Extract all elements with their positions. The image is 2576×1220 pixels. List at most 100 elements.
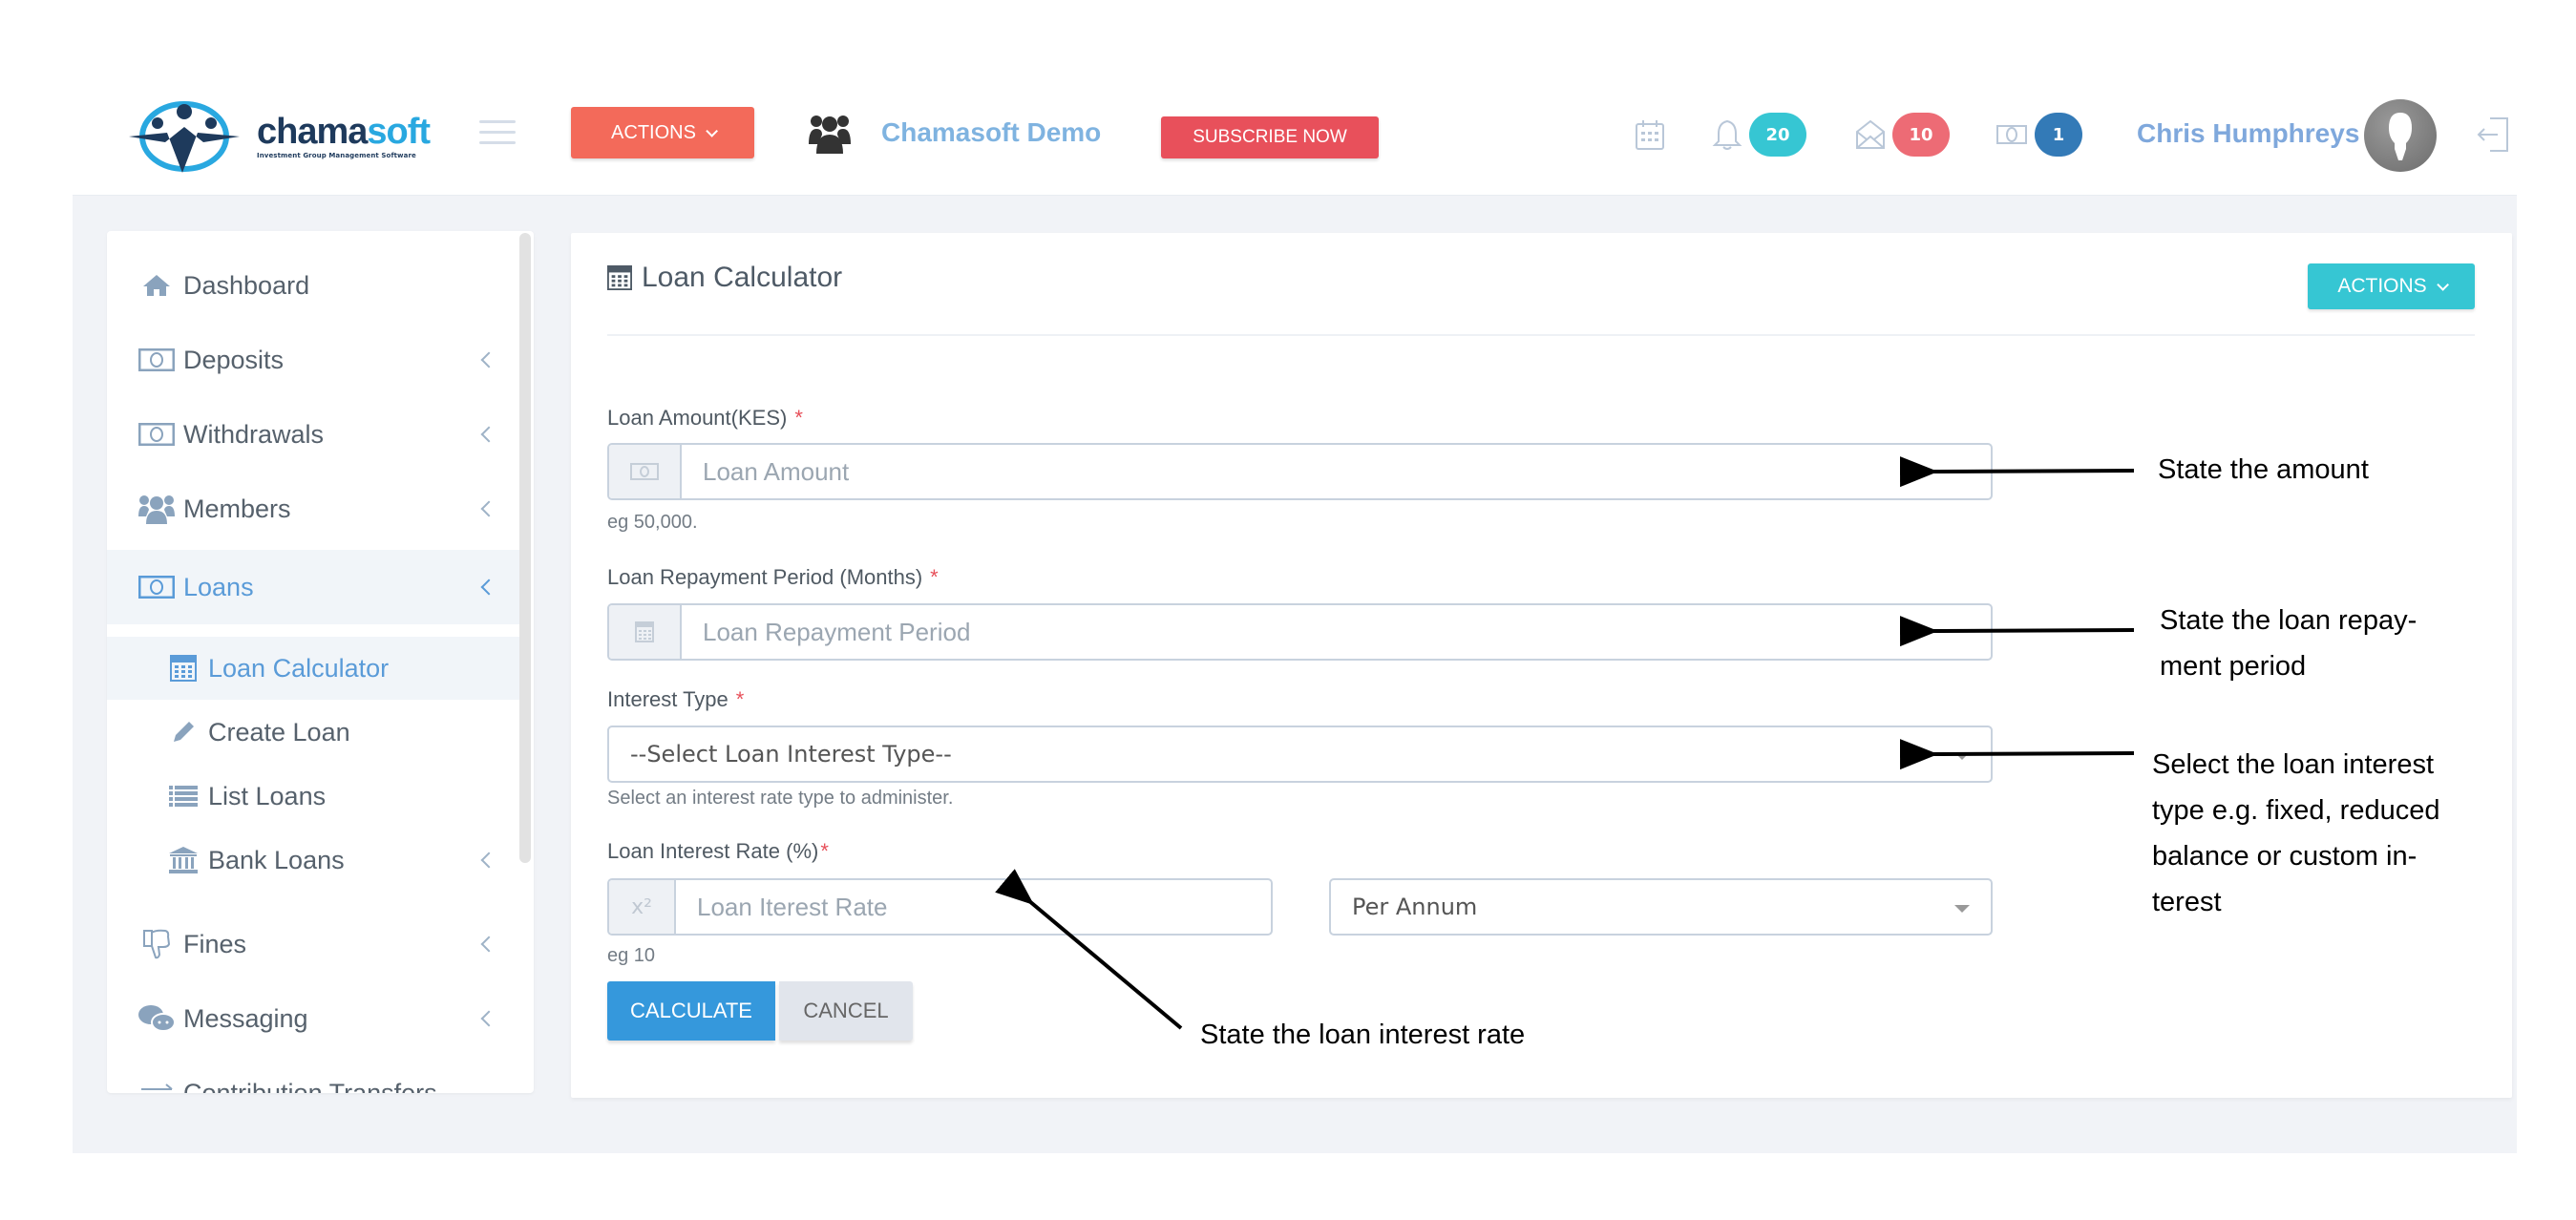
sidebar-item-label: Contribution Transfers <box>183 1078 437 1094</box>
chevron-left-icon <box>480 426 497 443</box>
thumbs-down-icon <box>137 929 176 959</box>
sidebar-item-label: Dashboard <box>183 270 310 300</box>
calculator-icon <box>607 265 632 290</box>
page-title: Loan Calculator <box>607 262 842 294</box>
notifications-badge[interactable]: 20 <box>1749 113 1806 157</box>
chevron-left-icon <box>480 578 497 596</box>
logo[interactable]: chamasoft Investment Group Management So… <box>129 97 431 176</box>
rate-period-selected: Per Annum <box>1352 894 1478 920</box>
sidebar-subitem-label: List Loans <box>208 781 327 810</box>
hamburger-line <box>479 131 516 134</box>
loan-amount-input-group <box>607 443 1993 500</box>
annotation-line: State the loan repay- <box>2160 605 2418 636</box>
sidebar-item-dashboard[interactable]: Dashboard <box>107 248 519 323</box>
interest-type-selected: --Select Loan Interest Type-- <box>630 741 952 768</box>
panel-actions-label: ACTIONS <box>2337 275 2427 297</box>
repayment-period-input-group <box>607 603 1993 661</box>
messages-badge[interactable]: 10 <box>1892 113 1950 157</box>
logo-text: chamasoft Investment Group Management So… <box>257 112 431 159</box>
loan-amount-label: Loan Amount(KES) * <box>607 406 803 431</box>
money-icon <box>137 421 176 448</box>
sidebar-subitem-label: Bank Loans <box>208 845 345 874</box>
interest-rate-label: Loan Interest Rate (%)* <box>607 839 829 864</box>
sidebar-item-withdrawals[interactable]: Withdrawals <box>107 397 519 472</box>
annotation-line: Select the loan interest <box>2152 749 2435 780</box>
loan-amount-input[interactable] <box>682 445 1991 498</box>
sidebar-subitem-loan-calculator[interactable]: Loan Calculator <box>107 637 519 700</box>
money-icon <box>609 445 682 498</box>
logout-icon[interactable] <box>2477 116 2511 154</box>
header-actions-label: ACTIONS <box>611 121 696 143</box>
repayment-period-input[interactable] <box>682 605 1991 659</box>
group-icon <box>809 116 851 154</box>
chevron-left-icon <box>480 936 497 953</box>
annotation-amount: State the amount <box>2158 454 2369 485</box>
hamburger-line <box>479 120 516 123</box>
annotation-line: terest <box>2152 887 2222 917</box>
sidebar-item-label: Loans <box>183 572 254 601</box>
calculate-button[interactable]: CALCULATE <box>607 981 775 1041</box>
rate-period-select[interactable]: Per Annum <box>1329 878 1993 936</box>
logo-word-2: soft <box>367 112 431 152</box>
sidebar-subitem-label: Create Loan <box>208 717 350 747</box>
interest-rate-input-group: x² <box>607 878 1273 936</box>
exchange-icon <box>137 1080 176 1093</box>
interest-rate-help: eg 10 <box>607 945 656 966</box>
money-icon[interactable] <box>1995 118 2028 151</box>
annotation-line: ment period <box>2160 651 2307 682</box>
interest-type-label-text: Interest Type <box>607 687 728 711</box>
interest-rate-input[interactable] <box>676 880 1271 934</box>
interest-type-help: Select an interest rate type to administ… <box>607 788 954 809</box>
sidebar-item-deposits[interactable]: Deposits <box>107 323 519 397</box>
sidebar-item-label: Withdrawals <box>183 419 325 449</box>
avatar[interactable] <box>2364 99 2437 172</box>
page-title-text: Loan Calculator <box>642 262 843 293</box>
caret-down-icon <box>1954 905 1970 913</box>
panel-actions-button[interactable]: ACTIONS <box>2308 263 2475 309</box>
menu-toggle-button[interactable] <box>479 120 516 145</box>
chevron-left-icon <box>480 1010 497 1027</box>
logo-icon <box>129 101 240 173</box>
home-icon <box>137 272 176 299</box>
cancel-button[interactable]: CANCEL <box>779 981 913 1041</box>
payments-badge[interactable]: 1 <box>2035 113 2082 157</box>
sidebar-item-label: Messaging <box>183 1003 308 1033</box>
bell-icon[interactable] <box>1711 118 1743 151</box>
loan-amount-label-text: Loan Amount(KES) <box>607 406 788 430</box>
sidebar-scrollbar[interactable] <box>519 233 531 863</box>
envelope-icon[interactable] <box>1854 118 1887 151</box>
list-icon <box>164 783 202 810</box>
top-header <box>73 0 2517 195</box>
sidebar-item-messaging[interactable]: Messaging <box>107 981 519 1056</box>
chevron-down-icon <box>706 124 718 137</box>
chevron-left-icon <box>480 500 497 517</box>
interest-rate-label-text: Loan Interest Rate (%) <box>607 839 819 863</box>
sidebar-subitem-list-loans[interactable]: List Loans <box>107 765 519 828</box>
users-icon <box>137 495 176 524</box>
sidebar: Dashboard Deposits Withdrawals Members L… <box>107 231 534 1093</box>
sidebar-subitem-create-loan[interactable]: Create Loan <box>107 701 519 764</box>
calendar-icon[interactable] <box>1634 118 1666 151</box>
subscribe-now-button[interactable]: SUBSCRIBE NOW <box>1161 116 1379 158</box>
user-name[interactable]: Chris Humphreys <box>2137 118 2359 149</box>
interest-type-label: Interest Type * <box>607 687 744 712</box>
pencil-icon <box>164 719 202 746</box>
annotation-interest-rate: State the loan interest rate <box>1200 1020 1526 1050</box>
sidebar-subitem-bank-loans[interactable]: Bank Loans <box>107 829 519 892</box>
logo-tagline: Investment Group Management Software <box>257 152 416 159</box>
chevron-down-icon <box>2436 278 2449 291</box>
money-icon <box>137 574 176 600</box>
annotation-interest-type: Select the loan interest type e.g. fixed… <box>2152 742 2439 925</box>
caret-down-icon <box>1954 752 1970 760</box>
group-name[interactable]: Chamasoft Demo <box>881 117 1101 148</box>
header-actions-button[interactable]: ACTIONS <box>571 107 754 158</box>
interest-type-select[interactable]: --Select Loan Interest Type-- <box>607 726 1993 783</box>
bank-icon <box>164 847 202 873</box>
required-marker: * <box>735 687 745 711</box>
sidebar-item-loans[interactable]: Loans <box>107 550 519 624</box>
sidebar-item-contribution-transfers[interactable]: Contribution Transfers <box>107 1056 519 1093</box>
sidebar-item-members[interactable]: Members <box>107 472 519 546</box>
divider <box>607 334 2475 336</box>
calculator-icon <box>609 605 682 659</box>
sidebar-item-fines[interactable]: Fines <box>107 907 519 981</box>
